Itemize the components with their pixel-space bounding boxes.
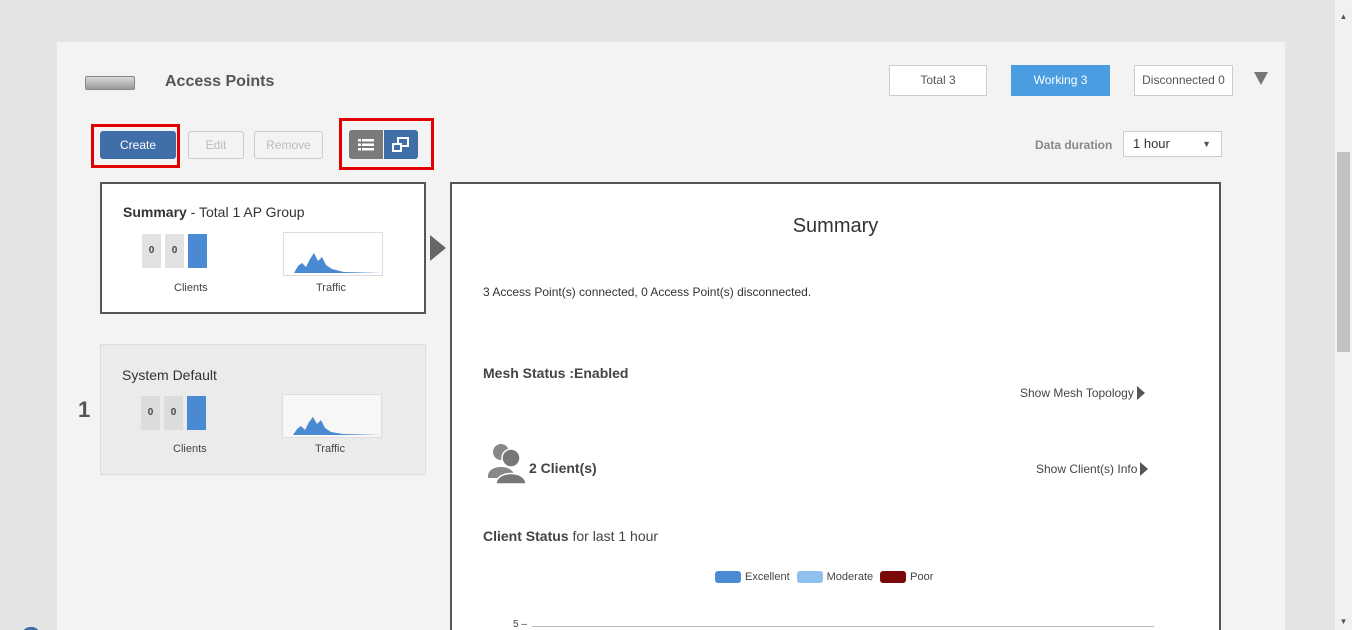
- summary-group-card[interactable]: Summary - Total 1 AP Group 0 0 2 Clients…: [100, 182, 426, 314]
- working-count-badge[interactable]: Working 3: [1011, 65, 1110, 96]
- client-status-heading: Client Status for last 1 hour: [483, 528, 659, 544]
- client-count-chip: 0: [142, 234, 161, 268]
- access-points-panel: Access Points Total 3 Working 3 Disconne…: [57, 42, 1285, 630]
- scrollbar-thumb[interactable]: [1337, 152, 1350, 352]
- remove-button[interactable]: Remove: [254, 131, 323, 159]
- connection-status-text: 3 Access Point(s) connected, 0 Access Po…: [483, 285, 812, 299]
- detail-title: Summary: [792, 215, 879, 237]
- show-client-info-link[interactable]: Show Client(s) Info: [1036, 461, 1149, 476]
- client-count-chips: 0 0 2: [142, 234, 207, 268]
- scroll-down-icon[interactable]: ▼: [1335, 613, 1352, 630]
- client-count-chip: 0: [164, 396, 183, 430]
- mesh-status-heading: Mesh Status :Enabled: [483, 365, 629, 381]
- users-icon: [488, 444, 526, 484]
- play-arrow-icon: [1136, 385, 1145, 400]
- collapse-triangle-icon[interactable]: [1254, 72, 1268, 85]
- view-toggle-highlight-box: [339, 118, 434, 170]
- y-axis-tick-label: 5 –: [513, 619, 527, 630]
- selected-card-pointer: [430, 235, 446, 261]
- data-duration-value: 1 hour: [1133, 136, 1170, 151]
- data-duration-select[interactable]: 1 hour ▼: [1123, 131, 1222, 157]
- access-point-device-icon: [85, 76, 135, 90]
- system-default-group-card[interactable]: System Default 0 0 2 Clients Traffic: [100, 344, 426, 475]
- legend-item-poor[interactable]: Poor: [880, 571, 933, 583]
- client-count-chip: 2: [188, 234, 207, 268]
- disconnected-count-badge[interactable]: Disconnected 0: [1134, 65, 1233, 96]
- create-highlight-box: [91, 124, 180, 168]
- traffic-label: Traffic: [315, 443, 345, 455]
- show-mesh-topology-link[interactable]: Show Mesh Topology: [1020, 385, 1145, 400]
- legend-item-excellent[interactable]: Excellent: [715, 571, 790, 583]
- traffic-sparkline: [282, 394, 382, 438]
- clients-label: Clients: [173, 443, 207, 455]
- client-count-chip: 0: [141, 396, 160, 430]
- clients-label: Clients: [174, 282, 208, 294]
- summary-detail-panel: Summary 3 Access Point(s) connected, 0 A…: [450, 182, 1221, 630]
- group-index: 1: [78, 397, 91, 422]
- vertical-scrollbar[interactable]: ▲ ▼: [1335, 0, 1352, 630]
- play-arrow-icon: [1140, 461, 1149, 476]
- traffic-label: Traffic: [316, 282, 346, 294]
- client-count-chip: 0: [165, 234, 184, 268]
- client-status-legend: Excellent Moderate Poor: [715, 571, 940, 583]
- scroll-up-icon[interactable]: ▲: [1335, 8, 1352, 25]
- client-count-chips: 0 0 2: [141, 396, 206, 430]
- edit-button[interactable]: Edit: [188, 131, 244, 159]
- legend-item-moderate[interactable]: Moderate: [796, 571, 873, 583]
- traffic-sparkline: [283, 232, 383, 276]
- total-count-badge[interactable]: Total 3: [889, 65, 987, 96]
- system-default-card-title: System Default: [122, 367, 217, 383]
- data-duration-label: Data duration: [1035, 138, 1113, 152]
- client-count-text: 2 Client(s): [529, 460, 597, 476]
- chart-gridline: [532, 626, 1154, 627]
- chevron-down-icon: ▼: [1202, 139, 1211, 149]
- summary-card-title: Summary - Total 1 AP Group: [123, 204, 305, 220]
- page-title: Access Points: [165, 73, 275, 90]
- client-count-chip: 2: [187, 396, 206, 430]
